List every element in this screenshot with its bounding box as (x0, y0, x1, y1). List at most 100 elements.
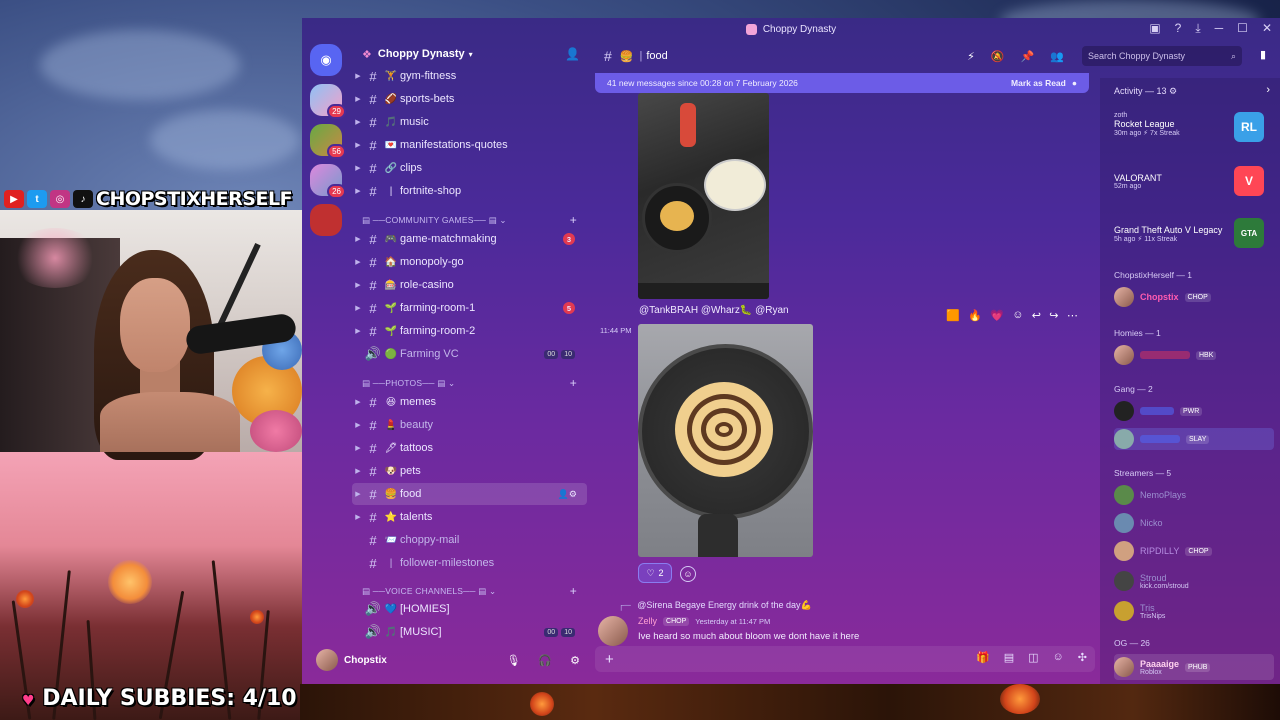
avatar[interactable] (316, 649, 338, 671)
voice-limit: 10 (561, 627, 575, 637)
channel-emoji: 🐶 (384, 465, 398, 477)
reply-icon[interactable]: ↩ (1032, 309, 1041, 322)
hash-icon: # (369, 555, 377, 571)
member-item[interactable]: SLAY (1114, 428, 1274, 450)
minimize-button[interactable]: ─ (1215, 21, 1224, 36)
add-member-icon[interactable]: 👤 (565, 47, 580, 61)
forward-icon[interactable]: ↪ (1049, 309, 1058, 322)
reaction-icon[interactable]: 🟧 (946, 309, 960, 322)
member-item[interactable]: Paaaaige Roblox PHUB (1114, 654, 1274, 680)
voice-channel-homies[interactable]: 🔊 💙 [HOMIES] (352, 598, 587, 620)
discord-home-icon[interactable]: ◉ (310, 44, 342, 76)
channel-music[interactable]: ▶ # 🎵 music (352, 111, 587, 133)
channel-choppy-mail[interactable]: # 📨 choppy-mail (352, 529, 587, 551)
channel-role-casino[interactable]: ▶ # 🎰 role-casino (352, 274, 587, 296)
channel-food[interactable]: ▶ # 🍔 food 👤⚙ (352, 483, 587, 505)
collapse-arrow-icon: ▶ (355, 142, 361, 149)
gif-icon[interactable]: ▤ (1004, 651, 1014, 664)
close-button[interactable]: ✕ (1262, 21, 1272, 36)
avatar[interactable] (598, 616, 628, 646)
member-item[interactable]: Tris TrisNips (1114, 598, 1270, 624)
microphone-icon[interactable]: 🎙 (506, 654, 520, 667)
channel-pets[interactable]: ▶ # 🐶 pets (352, 460, 587, 482)
heart-reaction-icon[interactable]: 💗 (990, 309, 1004, 322)
server-header[interactable]: ❖ Choppy Dynasty ▾ 👤 (352, 40, 592, 68)
channel-monopoly-go[interactable]: ▶ # 🏠 monopoly-go (352, 251, 587, 273)
message-mentions[interactable]: @TankBRAH @Wharz🐛 @Ryan (639, 305, 789, 316)
channel-label: monopoly-go (400, 256, 464, 268)
member-item[interactable]: PWR (1114, 400, 1270, 422)
download-icon[interactable]: ⤓ (1195, 21, 1200, 36)
headphones-icon[interactable]: 🎧 (538, 654, 552, 667)
mark-as-read-button[interactable]: Mark as Read (1011, 78, 1066, 88)
pin-icon[interactable]: 📌 (1021, 50, 1035, 63)
voice-channel-music[interactable]: 🔊 🎵 [MUSIC] 00 10 (352, 621, 587, 640)
server-icon[interactable] (310, 204, 342, 236)
members-icon[interactable]: 👥 (1050, 50, 1064, 63)
maximize-button[interactable]: ☐ (1237, 21, 1248, 36)
channel-clips[interactable]: ▶ # 🔗 clips (352, 157, 587, 179)
add-reaction-icon[interactable]: ☺ (680, 566, 696, 582)
add-attachment-icon[interactable]: + (605, 651, 614, 668)
channel-game-matchmaking[interactable]: ▶ # 🎮 game-matchmaking 3 (352, 228, 587, 250)
member-item[interactable]: Stroud kick.com/stroud (1114, 568, 1270, 594)
activity-item[interactable]: VALORANT 52m ago V (1114, 166, 1274, 196)
new-messages-banner[interactable]: 41 new messages since 00:28 on 7 Februar… (595, 73, 1089, 93)
add-reaction-icon[interactable]: ☺ (1012, 309, 1023, 321)
channel-farming-room-1[interactable]: ▶ # 🌱 farming-room-1 5 (352, 297, 587, 319)
member-item[interactable]: RIPDILLY CHOP (1114, 540, 1270, 562)
fire-reaction-icon[interactable]: 🔥 (968, 309, 982, 322)
member-item[interactable]: NemoPlays (1114, 484, 1270, 506)
add-channel-icon[interactable]: + (570, 213, 587, 227)
reply-preview[interactable]: ┌─ @Sirena Begaye Energy drink of the da… (618, 600, 812, 611)
member-name-redacted (1140, 351, 1190, 359)
category-voice-channels[interactable]: ▤ ── VOICE CHANNELS ── ▤ ⌄ + (362, 584, 587, 598)
channel-tattoos[interactable]: ▶ # 🖋 tattoos (352, 437, 587, 459)
channel-talents[interactable]: ▶ # ⭐ talents (352, 506, 587, 528)
member-item[interactable]: Nicko (1114, 512, 1270, 534)
server-icon[interactable]: 29 (310, 84, 346, 119)
author-name[interactable]: Zelly (638, 616, 657, 626)
channel-farming-room-2[interactable]: ▶ # 🌱 farming-room-2 (352, 320, 587, 342)
sticker-icon[interactable]: ◫ (1028, 651, 1038, 664)
heart-reaction[interactable]: ♡ 2 (638, 563, 672, 583)
streamer-torso (100, 392, 240, 452)
more-icon[interactable]: ⋯ (1067, 309, 1078, 322)
channel-beauty[interactable]: ▶ # 💄 beauty (352, 414, 587, 436)
server-logo-icon: ❖ (362, 48, 372, 61)
channel-memes[interactable]: ▶ # 😆 memes (352, 391, 587, 413)
gear-icon[interactable]: ⚙ (1169, 86, 1177, 96)
inbox-icon[interactable]: ▮ (1260, 48, 1266, 61)
channel-sports-bets[interactable]: ▶ # 🏈 sports-bets (352, 88, 587, 110)
channel-gym-fitness[interactable]: ▶ # 🏋️ gym-fitness (352, 70, 587, 87)
mute-bell-icon[interactable]: 🔕 (991, 50, 1005, 63)
member-item[interactable]: HBK (1114, 344, 1270, 366)
channel-settings-icons[interactable]: 👤⚙ (558, 489, 577, 500)
chevron-right-icon[interactable]: › (1266, 84, 1270, 96)
category-photos[interactable]: ▤ ── PHOTOS ── ▤ ⌄ + (362, 376, 587, 390)
search-input[interactable]: Search Choppy Dynasty ⌕ (1082, 46, 1242, 66)
member-item[interactable]: Chopstix CHOP (1114, 286, 1270, 308)
food-photo-swirl-pancake[interactable] (638, 324, 813, 557)
server-folder-icon[interactable]: 26 (310, 164, 346, 199)
message-composer[interactable]: + 🎁 ▤ ◫ ☺ ✣ (595, 646, 1095, 672)
gift-icon[interactable]: 🎁 (976, 651, 990, 664)
add-channel-icon[interactable]: + (570, 376, 587, 390)
emoji-icon[interactable]: ☺ (1053, 651, 1064, 664)
voice-channel-farming-vc[interactable]: 🔊 🟢 Farming VC 00 10 (352, 343, 587, 365)
help-icon[interactable]: ? (1175, 21, 1182, 36)
daily-subbies-counter: ♥ DAILY SUBBIES: 4/10 (22, 686, 297, 711)
inbox-icon[interactable]: ▣ (1149, 21, 1160, 36)
server-folder-icon[interactable]: 56 (310, 124, 346, 159)
channel-manifestations-quotes[interactable]: ▶ # 💌 manifestations-quotes (352, 134, 587, 156)
apps-icon[interactable]: ✣ (1078, 651, 1087, 664)
category-community-games[interactable]: ▤ ── COMMUNITY GAMES ── ▤ ⌄ + (362, 213, 587, 227)
gear-icon[interactable]: ⚙ (570, 654, 580, 667)
threads-icon[interactable]: ⚡ (967, 50, 975, 63)
activity-item[interactable]: Grand Theft Auto V Legacy 5h ago ⚡ 11x S… (1114, 218, 1274, 248)
food-photo-stove[interactable] (638, 93, 769, 299)
add-channel-icon[interactable]: + (570, 584, 587, 598)
activity-item[interactable]: zoth Rocket League 30m ago ⚡ 7x Streak R… (1114, 112, 1274, 142)
channel-follower-milestones[interactable]: # | follower-milestones (352, 552, 587, 574)
channel-fortnite-shop[interactable]: ▶ # | fortnite-shop (352, 180, 587, 202)
